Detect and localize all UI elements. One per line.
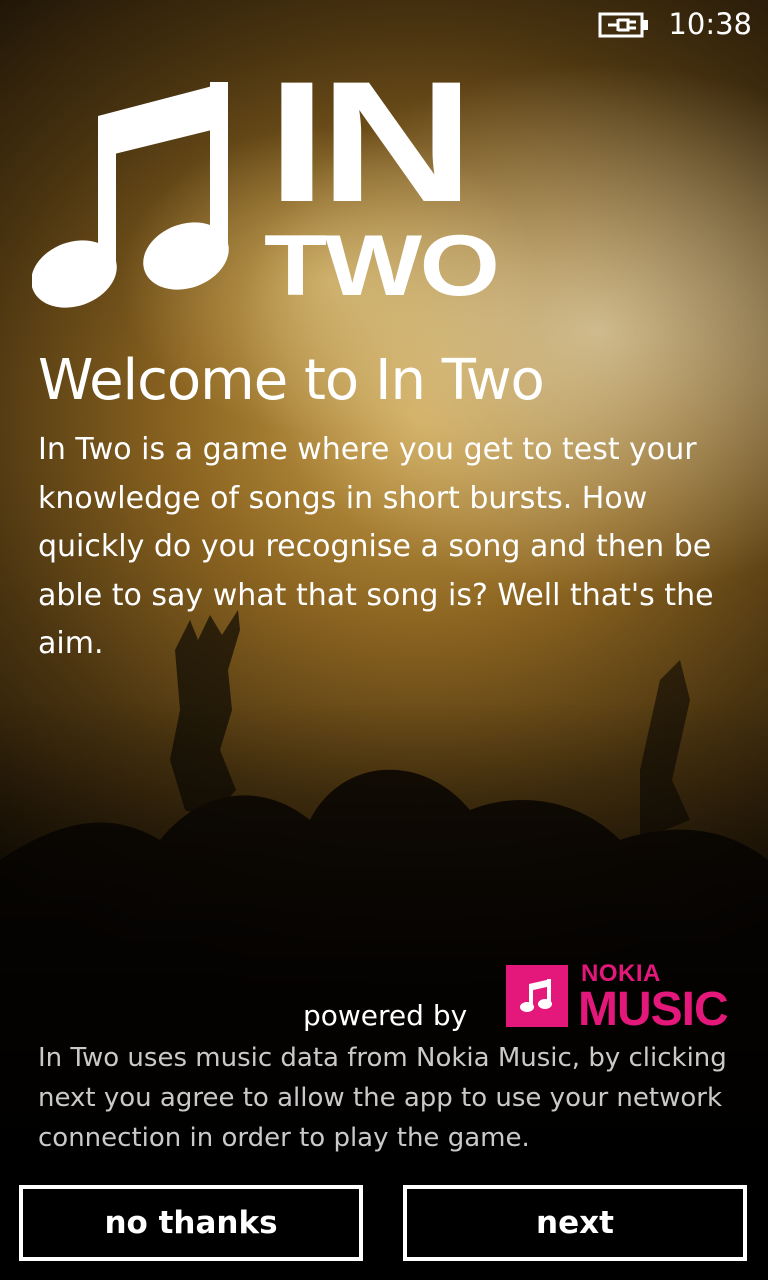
clock: 10:38 — [668, 7, 752, 41]
page-title: Welcome to In Two — [38, 348, 545, 413]
status-bar: 10:38 — [0, 0, 768, 48]
next-button[interactable]: next — [403, 1185, 747, 1261]
no-thanks-button[interactable]: no thanks — [19, 1185, 363, 1261]
music-note-icon — [32, 82, 229, 308]
music-wordmark: MUSIC — [578, 983, 729, 1036]
nokia-music-logo — [506, 965, 568, 1027]
app-logo: IN TWO — [32, 56, 500, 310]
logo-text-in: IN — [267, 46, 475, 238]
nokia-music-wordmark: NOKIA MUSIC — [578, 962, 729, 1036]
welcome-description: In Two is a game where you get to test y… — [38, 432, 714, 661]
battery-charging-icon — [598, 12, 648, 38]
terms-notice: In Two uses music data from Nokia Music,… — [38, 1043, 727, 1153]
music-note-icon — [520, 979, 552, 1012]
logo-text-two: TWO — [264, 218, 500, 314]
powered-by-label: powered by — [303, 999, 468, 1032]
